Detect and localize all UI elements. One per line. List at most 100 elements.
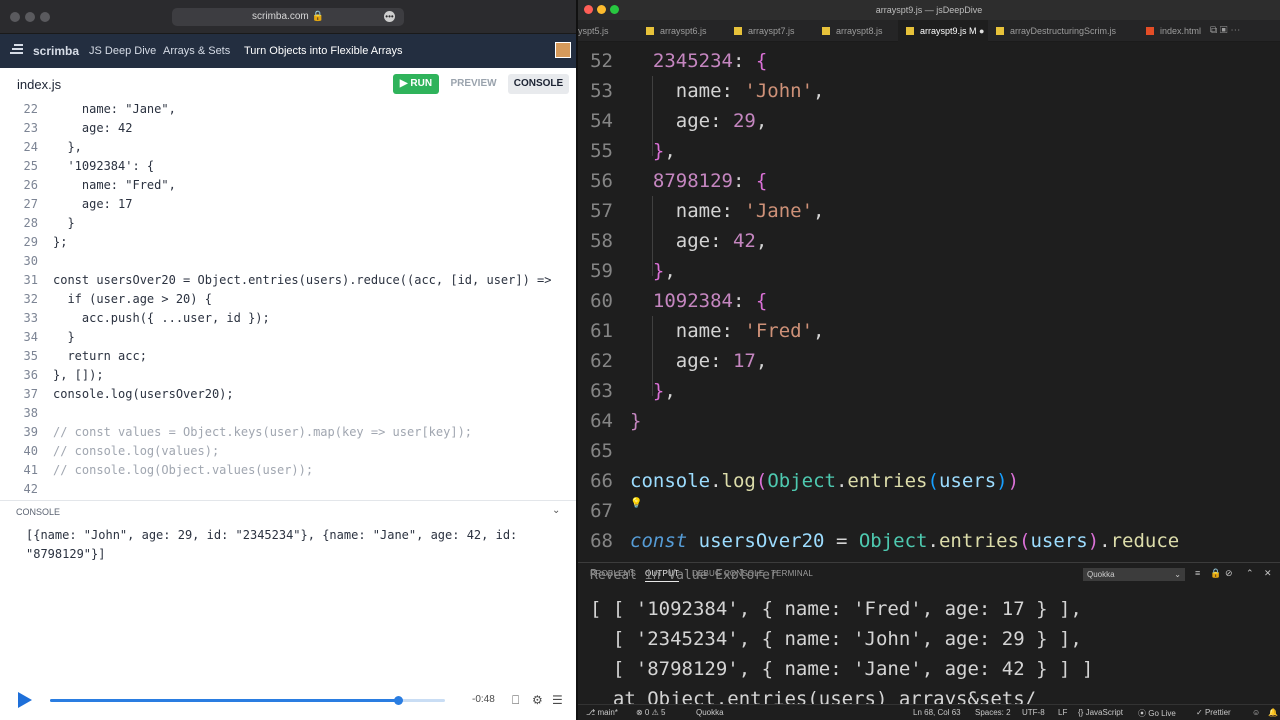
zoom-window-dot[interactable] <box>610 5 619 14</box>
close-window-dot[interactable] <box>10 12 20 22</box>
code-text: } <box>53 330 75 344</box>
tab-label: index.html <box>1160 26 1202 36</box>
breadcrumb-lesson[interactable]: Turn Objects into Flexible Arrays <box>244 45 403 57</box>
url-text: scrimba.com <box>252 11 309 22</box>
prettier-status[interactable]: ✓ Prettier <box>1196 708 1231 717</box>
code-line[interactable]: 33 acc.push({ ...user, id }); <box>0 309 576 328</box>
line-number: 33 <box>23 311 38 325</box>
bookmark-icon[interactable]: ⎕ <box>512 693 519 708</box>
file-name[interactable]: index.js <box>17 77 61 92</box>
avatar[interactable] <box>555 42 571 58</box>
lock-icon[interactable]: 🔒 <box>1210 568 1221 579</box>
code-line[interactable]: 38 <box>0 404 576 423</box>
clear-output-icon[interactable]: ⊘ <box>1225 568 1233 579</box>
address-bar[interactable]: scrimba.com 🔒 <box>172 8 404 26</box>
output-channel-select[interactable]: Quokka ⌄ <box>1083 568 1185 581</box>
console-header: CONSOLE ⌄ <box>0 500 576 522</box>
eol-status[interactable]: LF <box>1058 708 1067 717</box>
code-line[interactable]: 28 } <box>0 214 576 233</box>
code-line[interactable]: 37 console.log(usersOver20); <box>0 385 576 404</box>
code-text: // const values = Object.keys(user).map(… <box>53 425 473 439</box>
console-output: [{name: "John", age: 29, id: "2345234"},… <box>26 528 525 561</box>
language-label: JavaScript <box>1085 708 1123 717</box>
code-line[interactable]: 34 } <box>0 328 576 347</box>
code-line[interactable]: 36}, []); <box>0 366 576 385</box>
code-line[interactable]: 26 name: "Fred", <box>0 176 576 195</box>
code-text: // console.log(values); <box>53 444 220 458</box>
breadcrumb-module[interactable]: Arrays & Sets <box>163 45 230 57</box>
tab-label: arrayDestructuringScrim.js <box>1010 26 1117 36</box>
gear-icon[interactable]: ⚙ <box>532 693 543 707</box>
code-line[interactable]: 42 <box>0 480 576 499</box>
progress-knob[interactable] <box>393 696 403 705</box>
tab-label: arrayspt8.js <box>836 26 883 36</box>
tab-arrayspt8[interactable]: arrayspt8.js <box>810 20 898 42</box>
code-line[interactable]: 31 const usersOver20 = Object.entries(use… <box>0 271 576 290</box>
zoom-window-dot[interactable] <box>40 12 50 22</box>
line-number: 42 <box>23 482 38 496</box>
golive-label: Go Live <box>1148 709 1176 718</box>
line-number: 26 <box>23 178 38 192</box>
tab-arrayspt5[interactable]: yspt5.js <box>578 20 634 42</box>
quokka-status[interactable]: Quokka <box>696 708 724 717</box>
problems-status[interactable]: ⊗ 0 ⚠ 5 <box>636 708 665 717</box>
code-line[interactable]: 27 age: 17 <box>0 195 576 214</box>
code-editor[interactable]: 22 name: "Jane", 23 age: 42 24 }, 25 '10923… <box>0 100 576 500</box>
code-line[interactable]: 39 // const values = Object.keys(user).ma… <box>0 423 576 442</box>
code-line[interactable]: 30 <box>0 252 576 271</box>
code-line[interactable]: 23 age: 42 <box>0 119 576 138</box>
layout-icon[interactable]: ▣ <box>1220 25 1228 36</box>
account-icon[interactable]: ☺ <box>1252 708 1260 717</box>
close-window-dot[interactable] <box>584 5 593 14</box>
code-line[interactable]: 41 // console.log(Object.values(user)); <box>0 461 576 480</box>
line-number: 38 <box>23 406 38 420</box>
line-number: 30 <box>23 254 38 268</box>
code-line[interactable]: 32 if (user.age > 20) { <box>0 290 576 309</box>
play-icon[interactable] <box>18 692 32 708</box>
run-button[interactable]: ▶ RUN <box>393 74 439 94</box>
code-line[interactable]: 29}; <box>0 233 576 252</box>
scrimba-logo-text[interactable]: scrimba <box>33 44 79 58</box>
tab-arraydestructuringscrim[interactable]: arrayDestructuringScrim.js <box>988 20 1138 42</box>
code-line[interactable]: 25 '1092384': { <box>0 157 576 176</box>
indent-status[interactable]: Spaces: 2 <box>975 708 1011 717</box>
console-button[interactable]: CONSOLE <box>508 74 569 94</box>
close-panel-icon[interactable]: ✕ <box>1264 568 1272 579</box>
split-editor-icon[interactable]: ⧉ <box>1210 25 1217 36</box>
window-title-bar: arrayspt9.js — jsDeepDive <box>578 0 1280 20</box>
list-filter-icon[interactable]: ≡ <box>1195 568 1200 578</box>
language-status[interactable]: {} JavaScript <box>1078 708 1123 717</box>
tab-arrayspt9[interactable]: arrayspt9.js M ● <box>898 20 988 42</box>
code-line[interactable]: 22 name: "Jane", <box>0 100 576 119</box>
chevron-down-icon[interactable]: ⌄ <box>552 505 560 516</box>
line-number: 24 <box>23 140 38 154</box>
cursor-position[interactable]: Ln 68, Col 63 <box>913 708 961 717</box>
tab-arrayspt6[interactable]: arrayspt6.js <box>634 20 722 42</box>
progress-track[interactable] <box>50 696 445 705</box>
code-text: } <box>53 216 75 230</box>
menu-icon[interactable]: ☰ <box>552 693 563 707</box>
golive-status[interactable]: ⦿ Go Live <box>1138 708 1176 719</box>
tab-arrayspt7[interactable]: arrayspt7.js <box>722 20 810 42</box>
minimize-window-dot[interactable] <box>25 12 35 22</box>
more-actions-icon[interactable]: ⋯ <box>1230 25 1240 36</box>
vscode-window: arrayspt9.js — jsDeepDive yspt5.js array… <box>578 0 1280 720</box>
lightbulb-icon[interactable]: 💡 <box>630 498 642 509</box>
preview-button[interactable]: PREVIEW <box>445 74 502 94</box>
code-line[interactable]: 24 }, <box>0 138 576 157</box>
status-bar: ⎇ main* ⊗ 0 ⚠ 5 Quokka Ln 68, Col 63 Spa… <box>578 704 1280 720</box>
line-number: 27 <box>23 197 38 211</box>
maximize-panel-icon[interactable]: ⌃ <box>1246 568 1254 579</box>
code-line[interactable]: 40 // console.log(values); <box>0 442 576 461</box>
tab-index-html[interactable]: index.html <box>1138 20 1208 42</box>
branch-status[interactable]: ⎇ main* <box>586 708 618 717</box>
scrimba-pane: scrimba.com 🔒 ••• scrimba JS Deep Dive A… <box>0 0 576 720</box>
code-line[interactable]: 35 return acc; <box>0 347 576 366</box>
breadcrumb-course[interactable]: JS Deep Dive <box>89 45 156 57</box>
more-icon[interactable]: ••• <box>384 11 395 22</box>
minimize-window-dot[interactable] <box>597 5 606 14</box>
bell-icon[interactable]: 🔔 <box>1268 708 1278 717</box>
broadcast-icon: ⦿ <box>1138 709 1149 718</box>
encoding-status[interactable]: UTF-8 <box>1022 708 1045 717</box>
code-editor[interactable]: 52 2345234: { 53 name: 'John', 54 age: 2… <box>578 46 1280 556</box>
